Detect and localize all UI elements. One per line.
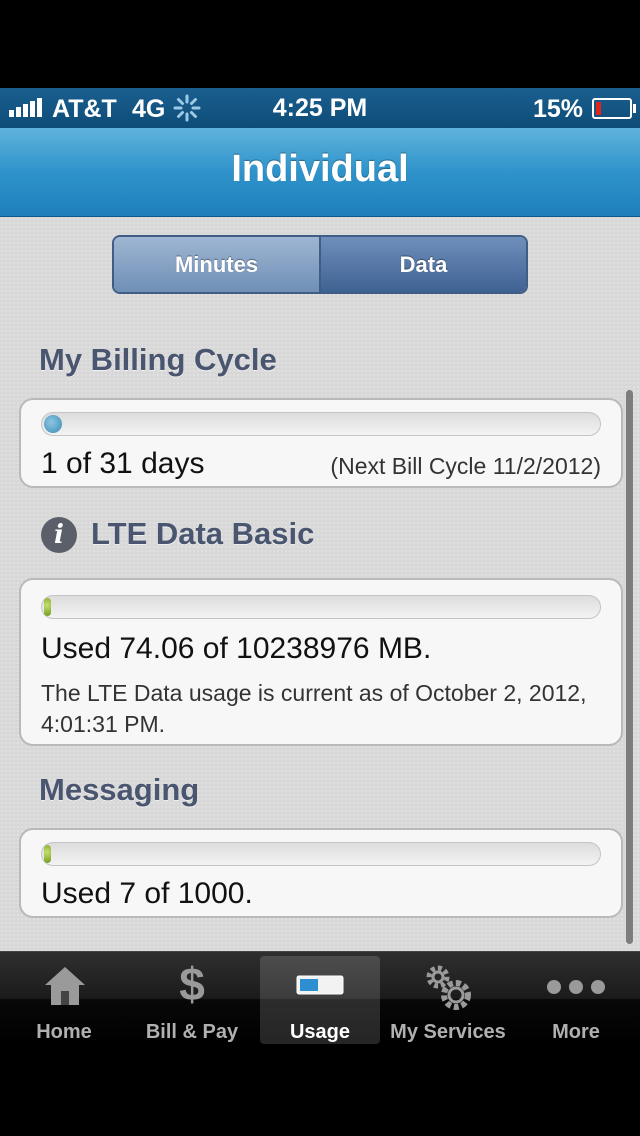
gears-icon [426, 965, 471, 1010]
lte-data-card: Used 74.06 of 10238976 MB. The LTE Data … [19, 578, 623, 746]
tab-label: Bill & Pay [145, 1021, 239, 1043]
usage-meter-icon [296, 975, 344, 995]
more-dots-icon [547, 980, 605, 994]
tab-home[interactable]: Home [0, 951, 128, 1044]
page-title: Individual [231, 148, 409, 190]
scrollbar[interactable] [626, 390, 633, 944]
lte-usage-note: The LTE Data usage is current as of Octo… [41, 680, 587, 737]
battery-icon [592, 98, 636, 119]
next-bill-cycle-text: (Next Bill Cycle 11/2/2012) [330, 453, 601, 479]
battery-percent: 15% [532, 95, 583, 123]
segment-minutes[interactable]: Minutes [114, 237, 321, 292]
lte-data-heading: LTE Data Basic [91, 516, 315, 551]
status-bar: AT&T 4G 4:25 PM 15% [0, 88, 640, 128]
usage-type-segmented-control[interactable]: Minutes Data [112, 235, 528, 294]
lte-data-progress-fill [44, 598, 51, 616]
tab-label: My Services [390, 1021, 506, 1043]
segment-data[interactable]: Data [321, 237, 526, 292]
billing-cycle-progress-bar [41, 412, 601, 436]
tab-label: More [552, 1021, 600, 1043]
info-icon[interactable]: i [41, 517, 77, 553]
lte-used-text: Used 74.06 of 10238976 MB. [41, 632, 432, 665]
messaging-used-text: Used 7 of 1000. [41, 877, 253, 910]
messaging-heading: Messaging [39, 772, 200, 807]
billing-cycle-progress-fill [44, 415, 62, 433]
billing-cycle-heading: My Billing Cycle [39, 342, 277, 377]
lte-data-progress-bar [41, 595, 601, 619]
dollar-icon: $ [179, 958, 205, 1010]
billing-cycle-card: 1 of 31 days (Next Bill Cycle 11/2/2012) [19, 398, 623, 488]
messaging-progress-bar [41, 842, 601, 866]
messaging-progress-fill [44, 845, 51, 863]
house-icon [45, 967, 85, 1005]
tab-usage[interactable]: Usage [256, 951, 384, 1044]
tab-label: Usage [289, 1021, 351, 1043]
navigation-bar: Individual [0, 128, 640, 217]
tab-bill-pay[interactable]: $ Bill & Pay [128, 951, 256, 1044]
tab-my-services[interactable]: My Services [384, 951, 512, 1044]
tab-label: Home [36, 1021, 92, 1043]
messaging-card: Used 7 of 1000. [19, 828, 623, 918]
tab-more[interactable]: More [512, 951, 640, 1044]
billing-days-text: 1 of 31 days [41, 447, 205, 480]
